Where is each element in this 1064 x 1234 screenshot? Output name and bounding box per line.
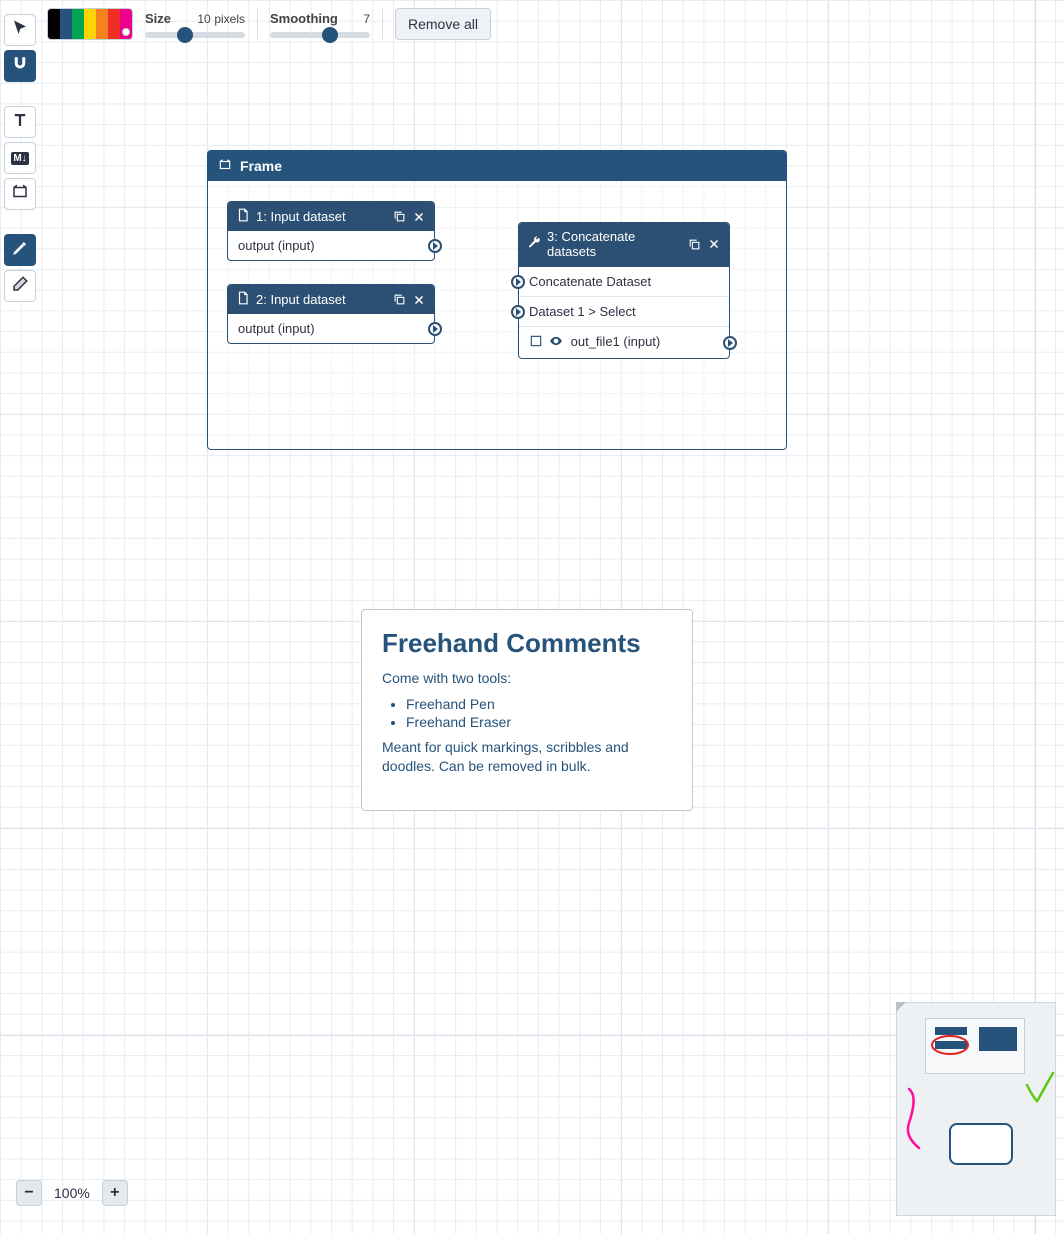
smoothing-label: Smoothing — [270, 11, 338, 26]
zoom-value: 100% — [54, 1185, 90, 1201]
swatch-pink[interactable] — [120, 9, 132, 39]
top-toolbar: Size 10 pixels Smoothing 7 Remove all — [47, 8, 491, 40]
duplicate-icon[interactable] — [392, 293, 406, 307]
eraser-icon — [11, 275, 29, 298]
frame-title: Frame — [240, 158, 282, 174]
comment-li2: Freehand Eraser — [406, 714, 672, 730]
node-1-title: 1: Input dataset — [256, 209, 386, 224]
size-slider[interactable] — [145, 32, 245, 38]
duplicate-icon[interactable] — [687, 237, 701, 251]
node-1-output-label: output (input) — [238, 238, 315, 253]
smoothing-value: 7 — [363, 12, 370, 26]
node-1-output-row[interactable]: output (input) — [228, 231, 434, 260]
remove-all-button[interactable]: Remove all — [395, 8, 491, 40]
frame-icon — [218, 158, 232, 175]
minimap-strokes — [897, 1003, 1064, 1153]
node-2-header[interactable]: 2: Input dataset — [228, 285, 434, 314]
file-icon — [236, 208, 250, 225]
eye-icon[interactable] — [549, 334, 563, 351]
size-unit: pixels — [214, 12, 245, 26]
zoom-out-button[interactable]: − — [16, 1180, 42, 1206]
magnet-icon — [11, 55, 29, 78]
swatch-yellow[interactable] — [84, 9, 96, 39]
frame-tool[interactable] — [4, 178, 36, 210]
output-port[interactable] — [428, 322, 442, 336]
size-label: Size — [145, 11, 171, 26]
divider — [382, 9, 383, 39]
node-3-header[interactable]: 3: Concatenate datasets — [519, 223, 729, 267]
comment-p1: Come with two tools: — [382, 669, 672, 688]
pen-icon — [11, 239, 29, 262]
output-port[interactable] — [428, 239, 442, 253]
comment-li1: Freehand Pen — [406, 696, 672, 712]
frame-header[interactable]: Frame — [208, 151, 786, 181]
size-slider-thumb[interactable] — [177, 27, 193, 43]
node-3-row-select[interactable]: Dataset 1 > Select — [519, 296, 729, 326]
node-3-row-1-label: Concatenate Dataset — [529, 274, 651, 289]
file-icon — [236, 291, 250, 308]
magnet-tool[interactable] — [4, 50, 36, 82]
color-palette — [47, 8, 133, 40]
node-3-row-3-label: out_file1 (input) — [571, 334, 661, 349]
swatch-red[interactable] — [108, 9, 120, 39]
zoom-in-button[interactable]: + — [102, 1180, 128, 1206]
wrench-icon — [527, 236, 541, 253]
pointer-tool[interactable] — [4, 14, 36, 46]
node-3-row-outfile[interactable]: out_file1 (input) — [519, 326, 729, 358]
output-port[interactable] — [723, 336, 737, 350]
node-concatenate-datasets[interactable]: 3: Concatenate datasets Concatenate Data… — [518, 222, 730, 359]
node-2-output-row[interactable]: output (input) — [228, 314, 434, 343]
node-2-title: 2: Input dataset — [256, 292, 386, 307]
node-2-output-label: output (input) — [238, 321, 315, 336]
left-toolbar: M↓ — [4, 14, 36, 302]
node-3-row-concat[interactable]: Concatenate Dataset — [519, 267, 729, 296]
swatch-orange[interactable] — [96, 9, 108, 39]
node-3-title: 3: Concatenate datasets — [547, 229, 681, 259]
size-control: Size 10 pixels — [145, 11, 245, 38]
smoothing-control: Smoothing 7 — [270, 11, 370, 38]
freehand-comment-card[interactable]: Freehand Comments Come with two tools: F… — [361, 609, 693, 811]
size-value: 10 — [197, 12, 210, 26]
node-input-dataset-1[interactable]: 1: Input dataset output (input) — [227, 201, 435, 261]
minimap[interactable] — [896, 1002, 1056, 1216]
duplicate-icon[interactable] — [392, 210, 406, 224]
node-3-row-2-label: Dataset 1 > Select — [529, 304, 636, 319]
smoothing-slider-thumb[interactable] — [322, 27, 338, 43]
markdown-icon: M↓ — [11, 152, 28, 165]
pointer-icon — [11, 19, 29, 42]
input-port[interactable] — [511, 305, 525, 319]
comment-p2: Meant for quick markings, scribbles and … — [382, 738, 672, 776]
text-tool[interactable] — [4, 106, 36, 138]
eraser-tool[interactable] — [4, 270, 36, 302]
node-input-dataset-2[interactable]: 2: Input dataset output (input) — [227, 284, 435, 344]
close-icon[interactable] — [412, 210, 426, 224]
frame-icon — [11, 183, 29, 206]
comment-list: Freehand Pen Freehand Eraser — [406, 696, 672, 730]
smoothing-slider[interactable] — [270, 32, 370, 38]
swatch-blue[interactable] — [60, 9, 72, 39]
input-port[interactable] — [511, 275, 525, 289]
markdown-tool[interactable]: M↓ — [4, 142, 36, 174]
zoom-controls: − 100% + — [16, 1180, 128, 1206]
text-icon — [11, 111, 29, 134]
comment-heading: Freehand Comments — [382, 628, 672, 659]
node-1-header[interactable]: 1: Input dataset — [228, 202, 434, 231]
swatch-green[interactable] — [72, 9, 84, 39]
checkbox-icon[interactable] — [529, 334, 543, 351]
swatch-black[interactable] — [48, 9, 60, 39]
close-icon[interactable] — [412, 293, 426, 307]
pen-tool[interactable] — [4, 234, 36, 266]
close-icon[interactable] — [707, 237, 721, 251]
divider — [257, 9, 258, 39]
